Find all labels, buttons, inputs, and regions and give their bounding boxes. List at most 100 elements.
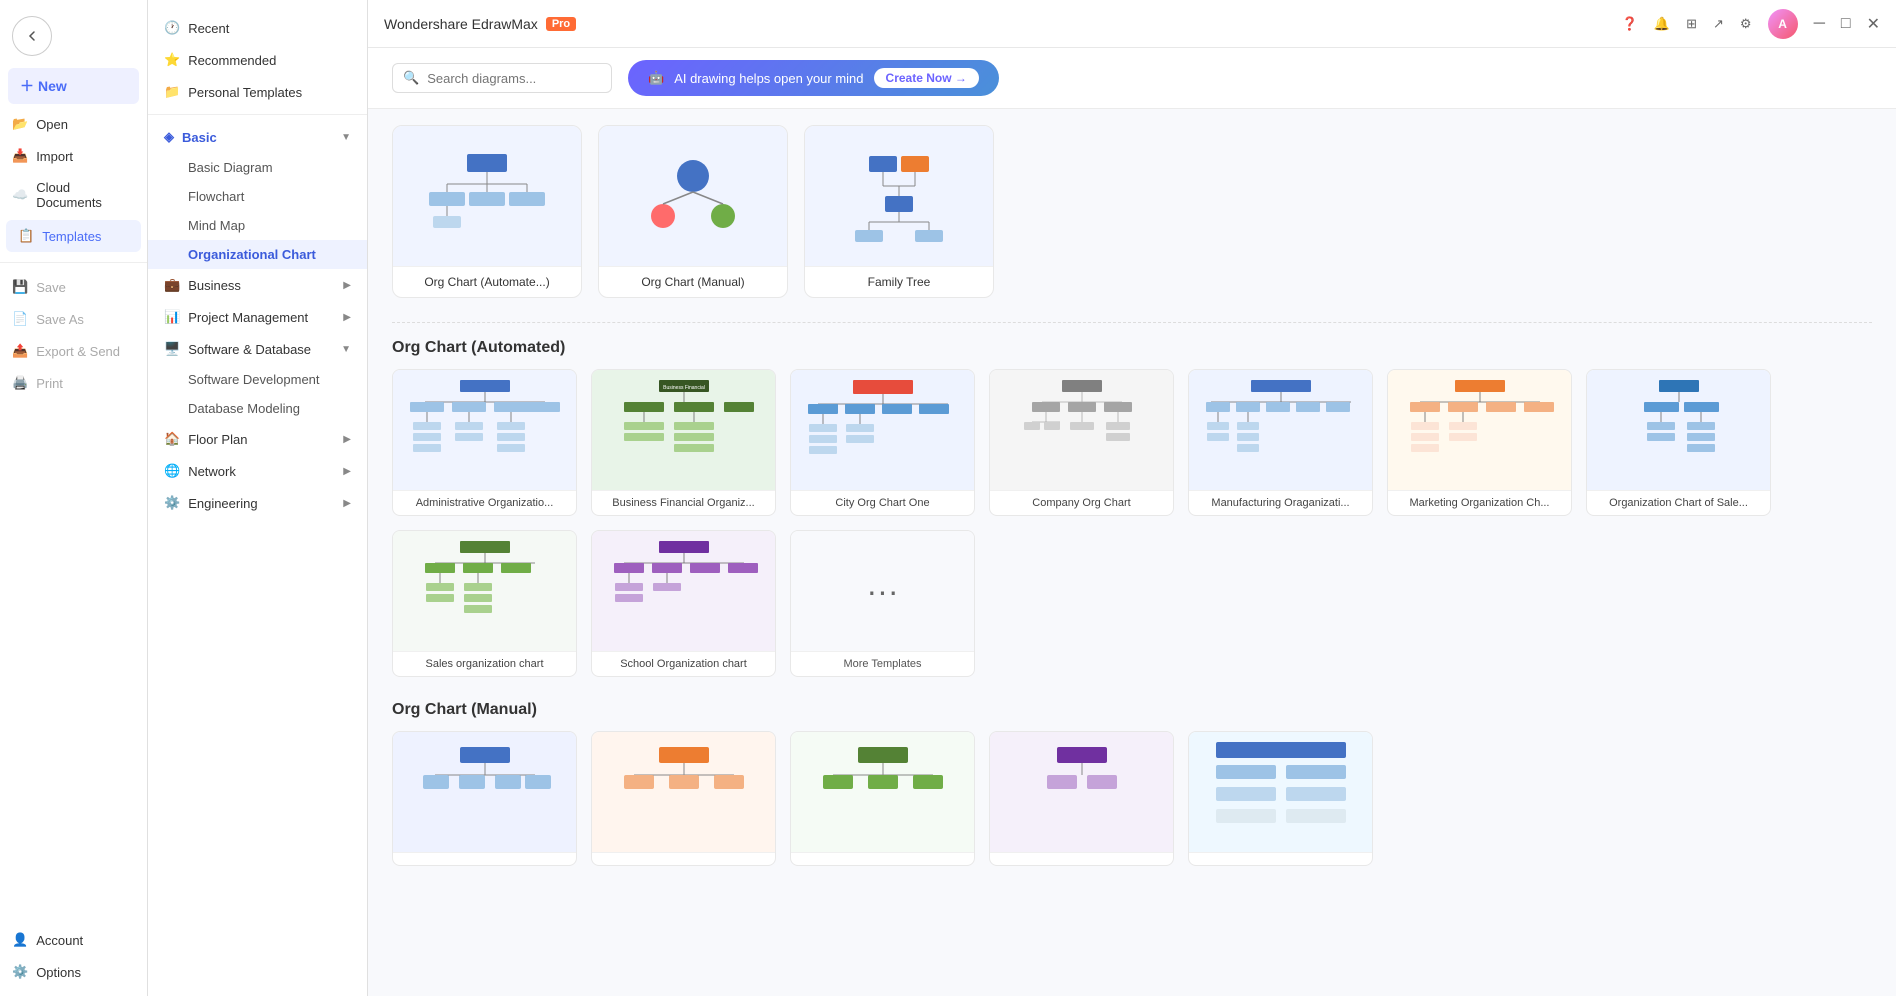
- sidebar-item-print[interactable]: 🖨️ Print: [0, 367, 147, 399]
- template-family-tree-img: [805, 126, 993, 266]
- cloud-icon: ☁️: [12, 187, 28, 203]
- nav-floor[interactable]: 🏠 Floor Plan ▶: [148, 423, 367, 455]
- template-more-label: More Templates: [791, 651, 974, 676]
- share-icon[interactable]: ↗: [1713, 16, 1724, 32]
- sidebar-item-open[interactable]: 📂 Open: [0, 108, 147, 140]
- template-admin[interactable]: Administrative Organizatio...: [392, 369, 577, 516]
- templates-icon: 📋: [18, 228, 34, 244]
- template-school-org[interactable]: School Organization chart: [591, 530, 776, 677]
- export-icon: 📤: [12, 343, 28, 359]
- sidebar-item-import[interactable]: 📥 Import: [0, 140, 147, 172]
- sidebar-item-export[interactable]: 📤 Export & Send: [0, 335, 147, 367]
- account-icon: 👤: [12, 932, 28, 948]
- section-org-manual: Org Chart (Manual): [392, 701, 1872, 866]
- template-manual-5[interactable]: [1188, 731, 1373, 866]
- template-family-tree[interactable]: Family Tree: [804, 125, 994, 298]
- template-org-manual[interactable]: Org Chart (Manual): [598, 125, 788, 298]
- search-input[interactable]: [427, 71, 601, 86]
- template-city-org[interactable]: City Org Chart One: [790, 369, 975, 516]
- template-city-org-label: City Org Chart One: [791, 490, 974, 515]
- chevron-right-icon-4: ▶: [343, 466, 351, 477]
- nav-org-chart[interactable]: Organizational Chart: [148, 240, 367, 269]
- section-org-manual-title: Org Chart (Manual): [392, 701, 1872, 719]
- nav-db-modeling[interactable]: Database Modeling: [148, 394, 367, 423]
- template-manual-2[interactable]: [591, 731, 776, 866]
- sidebar-item-cloud[interactable]: ☁️ Cloud Documents: [0, 172, 147, 218]
- search-box[interactable]: 🔍: [392, 63, 612, 93]
- recent-icon: 🕐: [164, 20, 180, 36]
- template-grid-manual: [392, 731, 1872, 866]
- template-company-org-label: Company Org Chart: [990, 490, 1173, 515]
- template-business-fin-label: Business Financial Organiz...: [592, 490, 775, 515]
- chevron-right-icon-5: ▶: [343, 498, 351, 509]
- project-icon: 📊: [164, 309, 180, 325]
- bell-icon[interactable]: 🔔: [1654, 16, 1670, 32]
- template-org-manual-label: Org Chart (Manual): [599, 266, 787, 297]
- minimize-icon[interactable]: ─: [1814, 15, 1825, 33]
- nav-software-dev[interactable]: Software Development: [148, 365, 367, 394]
- nav-engineering[interactable]: ⚙️ Engineering ▶: [148, 487, 367, 519]
- template-org-auto[interactable]: Org Chart (Automate...): [392, 125, 582, 298]
- template-manual-4[interactable]: [989, 731, 1174, 866]
- nav-network[interactable]: 🌐 Network ▶: [148, 455, 367, 487]
- create-now-button[interactable]: Create Now →: [874, 68, 979, 88]
- tree-navigation: 🕐 Recent ⭐ Recommended 📁 Personal Templa…: [148, 0, 368, 996]
- new-button[interactable]: ＋ New: [8, 68, 139, 104]
- template-manual-5-label: [1189, 852, 1372, 865]
- template-more[interactable]: ··· More Templates: [790, 530, 975, 677]
- section-org-automated: Org Chart (Automated): [392, 339, 1872, 677]
- nav-personal[interactable]: 📁 Personal Templates: [148, 76, 367, 108]
- nav-recent[interactable]: 🕐 Recent: [148, 12, 367, 44]
- chevron-down-icon: ▼: [341, 132, 351, 143]
- template-company-org[interactable]: Company Org Chart: [989, 369, 1174, 516]
- nav-business[interactable]: 💼 Business ▶: [148, 269, 367, 301]
- template-admin-img: [393, 370, 576, 490]
- grid-icon[interactable]: ⊞: [1686, 16, 1697, 32]
- close-icon[interactable]: ✕: [1867, 14, 1880, 34]
- nav-project[interactable]: 📊 Project Management ▶: [148, 301, 367, 333]
- settings-icon[interactable]: ⚙: [1740, 16, 1752, 32]
- left-sidebar: ＋ New 📂 Open 📥 Import ☁️ Cloud Documents…: [0, 0, 148, 996]
- saveas-icon: 📄: [12, 311, 28, 327]
- nav-basic-diagram[interactable]: Basic Diagram: [148, 153, 367, 182]
- template-marketing-label: Marketing Organization Ch...: [1388, 490, 1571, 515]
- template-marketing[interactable]: Marketing Organization Ch...: [1387, 369, 1572, 516]
- chevron-down-icon-2: ▼: [341, 344, 351, 355]
- nav-mind-map[interactable]: Mind Map: [148, 211, 367, 240]
- chevron-right-icon-2: ▶: [343, 312, 351, 323]
- nav-software[interactable]: 🖥️ Software & Database ▼: [148, 333, 367, 365]
- nav-flowchart[interactable]: Flowchart: [148, 182, 367, 211]
- avatar[interactable]: A: [1768, 9, 1798, 39]
- back-button[interactable]: [12, 16, 52, 56]
- sidebar-item-saveas[interactable]: 📄 Save As: [0, 303, 147, 335]
- maximize-icon[interactable]: □: [1841, 15, 1851, 33]
- ai-banner[interactable]: 🤖 AI drawing helps open your mind Create…: [628, 60, 999, 96]
- nav-recommended[interactable]: ⭐ Recommended: [148, 44, 367, 76]
- template-more-img: ···: [791, 531, 974, 651]
- sidebar-item-templates[interactable]: 📋 Templates: [6, 220, 141, 252]
- template-org-sales[interactable]: Organization Chart of Sale...: [1586, 369, 1771, 516]
- app-title: Wondershare EdrawMax Pro: [384, 16, 576, 32]
- sidebar-item-options[interactable]: ⚙️ Options: [0, 956, 147, 988]
- sidebar-item-save[interactable]: 💾 Save: [0, 271, 147, 303]
- print-icon: 🖨️: [12, 375, 28, 391]
- template-manufacturing[interactable]: Manufacturing Oraganizati...: [1188, 369, 1373, 516]
- template-manual-1[interactable]: [392, 731, 577, 866]
- top-templates: Org Chart (Automate...) Org Chart (Manua…: [392, 125, 1872, 298]
- template-sales-org[interactable]: Sales organization chart: [392, 530, 577, 677]
- template-manual-3[interactable]: [790, 731, 975, 866]
- sidebar-item-account[interactable]: 👤 Account: [0, 924, 147, 956]
- chevron-right-icon-3: ▶: [343, 434, 351, 445]
- template-manual-4-img: [990, 732, 1173, 852]
- options-icon: ⚙️: [12, 964, 28, 980]
- template-grid-automated: Administrative Organizatio... Business F…: [392, 369, 1872, 677]
- help-icon[interactable]: ❓: [1622, 16, 1638, 32]
- nav-basic[interactable]: ◈ Basic ▼: [148, 121, 367, 153]
- template-manufacturing-img: [1189, 370, 1372, 490]
- template-business-fin[interactable]: Business Financial: [591, 369, 776, 516]
- template-manual-1-img: [393, 732, 576, 852]
- folder-icon: 📂: [12, 116, 28, 132]
- template-manual-1-label: [393, 852, 576, 865]
- network-icon: 🌐: [164, 463, 180, 479]
- template-sales-org-img: [393, 531, 576, 651]
